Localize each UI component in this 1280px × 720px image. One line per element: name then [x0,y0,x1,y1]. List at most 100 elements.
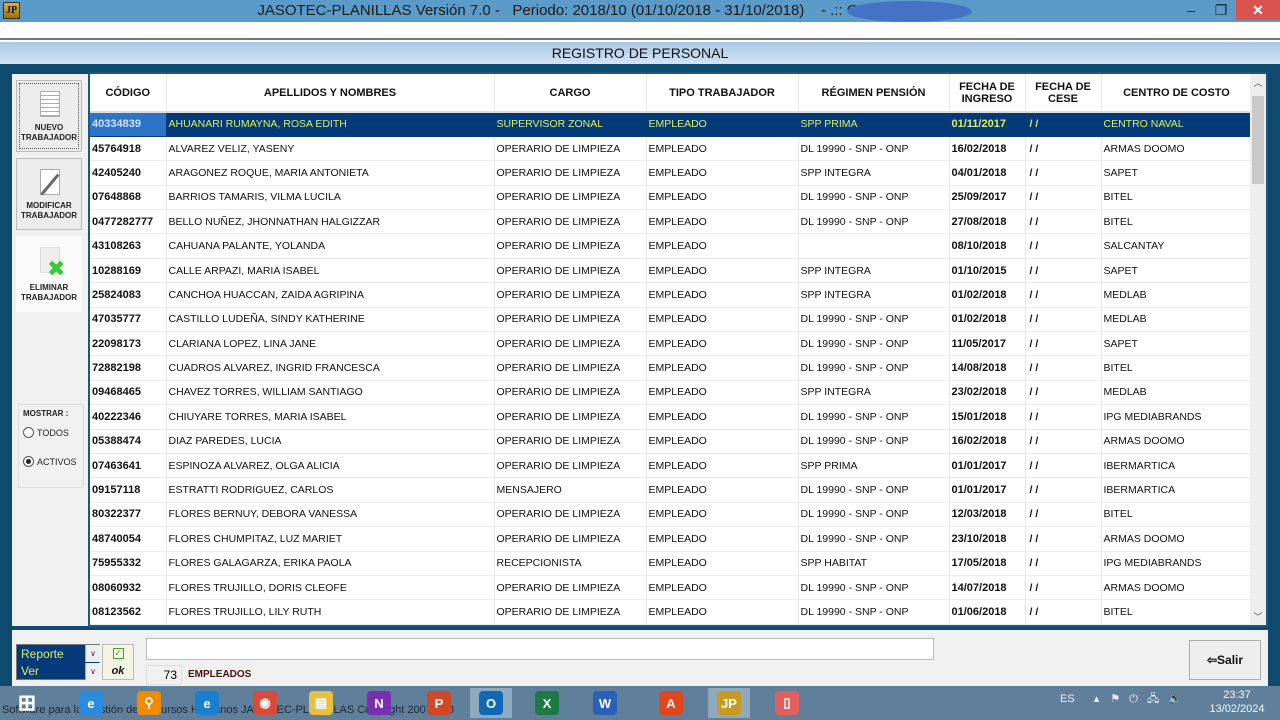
cell-fecha-cese[interactable]: / / [1025,209,1102,235]
cell-centro-costo[interactable]: MEDLAB [1101,307,1253,333]
cell-centro-costo[interactable]: SALCANTAY [1101,233,1253,259]
cell-regimen[interactable]: SPP HABITAT [798,551,950,576]
cell-nombres[interactable]: ESTRATTI RODRIGUEZ, CARLOS [166,477,495,503]
cell-fecha-ingreso[interactable]: 23/02/2018 [949,380,1026,406]
cell-nombres[interactable]: ARAGONEZ ROQUE, MARIA ANTONIETA [166,160,495,186]
cell-fecha-ingreso[interactable]: 01/01/2017 [949,477,1026,503]
taskbar-excel-button[interactable]: X [526,688,568,718]
cell-fecha-cese[interactable]: / / [1025,599,1102,625]
cell-tipo[interactable]: EMPLEADO [646,209,799,235]
cell-cargo[interactable]: OPERARIO DE LIMPIEZA [494,526,647,552]
cell-centro-costo[interactable]: IPG MEDIABRANDS [1101,551,1253,576]
col-header-nombres[interactable]: APELLIDOS Y NOMBRES [166,74,495,113]
cell-codigo[interactable]: 09468465 [90,380,167,406]
cell-nombres[interactable]: FLORES CHUMPITAZ, LUZ MARIET [166,526,495,552]
cell-centro-costo[interactable]: MEDLAB [1101,380,1253,406]
cell-centro-costo[interactable]: SAPET [1101,160,1253,186]
taskbar-edge-button[interactable]: e [186,688,228,718]
cell-tipo[interactable]: EMPLEADO [646,185,799,211]
cell-regimen[interactable]: DL 19990 - SNP - ONP [798,477,950,503]
cell-fecha-cese[interactable]: / / [1025,160,1102,186]
cell-tipo[interactable]: EMPLEADO [646,453,799,479]
table-row[interactable]: 07463641 ESPINOZA ALVAREZ, OLGA ALICIA OPE… [90,453,1253,479]
taskbar-onenote-button[interactable]: N [358,688,400,718]
cell-regimen[interactable]: DL 19990 - SNP - ONP [798,502,950,528]
scroll-up-icon[interactable]: ︿ [1250,76,1266,89]
cell-fecha-cese[interactable]: / / [1025,307,1102,333]
cell-codigo[interactable]: 40222346 [90,404,167,430]
cell-fecha-ingreso[interactable]: 01/01/2017 [949,453,1026,479]
table-row[interactable]: 48740054 FLORES CHUMPITAZ, LUZ MARIET OPER… [90,526,1253,552]
table-row[interactable]: 80322377 FLORES BERNUY, DEBORA VANESSA OPE… [90,502,1253,528]
cell-fecha-ingreso[interactable]: 08/10/2018 [949,233,1026,259]
cell-centro-costo[interactable]: BITEL [1101,355,1253,381]
taskbar-chrome-button[interactable]: ◉ [244,688,286,718]
cell-cargo[interactable]: OPERARIO DE LIMPIEZA [494,233,647,259]
cell-codigo[interactable]: 80322377 [90,502,167,528]
cell-regimen[interactable]: DL 19990 - SNP - ONP [798,404,950,430]
cell-tipo[interactable]: EMPLEADO [646,551,799,576]
cell-cargo[interactable]: RECEPCIONISTA [494,551,647,576]
minimize-button[interactable]: – [1176,0,1206,20]
restore-button[interactable]: ❐ [1206,0,1236,20]
cell-regimen[interactable]: SPP INTEGRA [798,160,950,186]
cell-cargo[interactable]: OPERARIO DE LIMPIEZA [494,502,647,528]
cell-nombres[interactable]: AHUANARI RUMAYNA, ROSA EDITH [166,112,495,137]
cell-nombres[interactable]: CANCHOA HUACCAN, ZAIDA AGRIPINA [166,282,495,308]
cell-cargo[interactable]: OPERARIO DE LIMPIEZA [494,160,647,186]
cell-cargo[interactable]: OPERARIO DE LIMPIEZA [494,282,647,308]
table-row[interactable]: 07648868 BARRIOS TAMARIS, VILMA LUCILA OPE… [90,185,1253,211]
cell-tipo[interactable]: EMPLEADO [646,380,799,406]
cell-fecha-ingreso[interactable]: 17/05/2018 [949,551,1026,576]
col-header-fecha-cese[interactable]: FECHA DE CESE [1025,74,1102,113]
cell-fecha-ingreso[interactable]: 01/06/2018 [949,599,1026,625]
cell-tipo[interactable]: EMPLEADO [646,331,799,357]
volume-icon[interactable]: 🔈 [1168,693,1182,705]
taskbar-word-button[interactable]: W [584,688,626,718]
cell-fecha-ingreso[interactable]: 16/02/2018 [949,429,1026,454]
cell-nombres[interactable]: FLORES GALAGARZA, ERIKA PAOLA [166,551,495,576]
chevron-down-icon[interactable]: ∨ [85,645,100,662]
cell-fecha-cese[interactable]: / / [1025,282,1102,308]
cell-fecha-cese[interactable]: / / [1025,404,1102,430]
taskbar-start-button[interactable]: ⊞ [6,688,48,718]
table-row[interactable]: 09468465 CHAVEZ TORRES, WILLIAM SANTIAGO O… [90,380,1253,406]
cell-cargo[interactable]: OPERARIO DE LIMPIEZA [494,453,647,479]
taskbar-file-explorer-button[interactable]: ▤ [300,688,342,718]
cell-regimen[interactable] [798,233,950,259]
cell-codigo[interactable]: 25824083 [90,282,167,308]
cell-cargo[interactable]: OPERARIO DE LIMPIEZA [494,307,647,333]
report-option[interactable]: Reporte [21,647,64,661]
cell-regimen[interactable]: DL 19990 - SNP - ONP [798,136,950,162]
cell-regimen[interactable]: SPP PRIMA [798,453,950,479]
cell-fecha-cese[interactable]: / / [1025,429,1102,454]
cell-codigo[interactable]: 40334839 [90,112,167,137]
cell-nombres[interactable]: CALLE ARPAZI, MARIA ISABEL [166,258,495,284]
cell-nombres[interactable]: CASTILLO LUDEÑA, SINDY KATHERINE [166,307,495,333]
table-row[interactable]: 09157118 ESTRATTI RODRIGUEZ, CARLOS MENSAJ… [90,477,1253,503]
taskbar-internet-explorer-button[interactable]: e [70,688,112,718]
table-row[interactable]: 0477282777 BELLO NUÑEZ, JHONNATHAN HALGIZ… [90,209,1253,235]
cell-nombres[interactable]: CUADROS ALVAREZ, INGRID FRANCESCA [166,355,495,381]
cell-fecha-cese[interactable]: / / [1025,502,1102,528]
cell-fecha-cese[interactable]: / / [1025,112,1102,137]
cell-fecha-ingreso[interactable]: 01/10/2015 [949,258,1026,284]
cell-codigo[interactable]: 43108263 [90,233,167,259]
cell-regimen[interactable]: DL 19990 - SNP - ONP [798,331,950,357]
table-row[interactable]: 43108263 CAHUANA PALANTE, YOLANDA OPERARIO… [90,233,1253,259]
report-selector[interactable]: Reporte Ver ∨ ∨ [16,644,100,680]
cell-fecha-cese[interactable]: / / [1025,453,1102,479]
power-icon[interactable]: ⏻ [1129,693,1138,705]
cell-fecha-ingreso[interactable]: 01/02/2018 [949,307,1026,333]
table-row[interactable]: 40334839 AHUANARI RUMAYNA, ROSA EDITH SUPE… [90,112,1253,137]
cell-cargo[interactable]: OPERARIO DE LIMPIEZA [494,331,647,357]
cell-centro-costo[interactable]: BITEL [1101,599,1253,625]
col-header-cargo[interactable]: CARGO [494,74,647,113]
vertical-scrollbar[interactable]: ︿ ﹀ [1250,74,1266,625]
chevron-down-icon[interactable]: ∨ [85,663,100,680]
cell-cargo[interactable]: OPERARIO DE LIMPIEZA [494,599,647,625]
ok-button[interactable]: ✓ ok [102,644,134,680]
delete-worker-button[interactable]: ✖ ELIMINAR TRABAJADOR [16,236,82,312]
col-header-centro-costo[interactable]: CENTRO DE COSTO [1101,74,1253,113]
action-center-flag-icon[interactable]: ⚑ [1110,693,1120,705]
